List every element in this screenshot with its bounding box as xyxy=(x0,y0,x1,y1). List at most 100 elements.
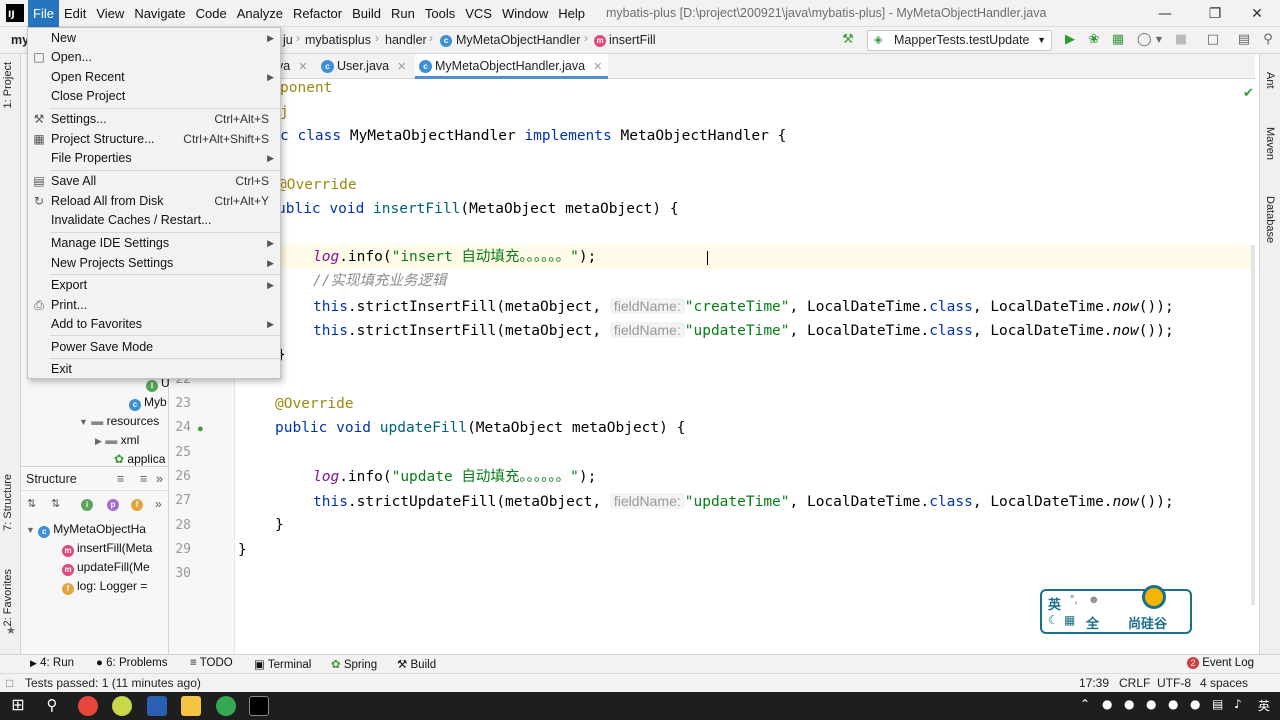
tool-window-run[interactable]: ▶ 4: Run xyxy=(30,657,74,669)
show-properties-icon[interactable]: p xyxy=(107,499,119,511)
tool-window-todo[interactable]: ≡ TODO xyxy=(190,657,233,669)
structure-item-method[interactable]: m insertFill(Meta xyxy=(62,541,152,557)
network-icon[interactable]: ▤ xyxy=(1212,697,1223,711)
breadcrumb-item[interactable]: MyMetaObjectHandler xyxy=(456,32,580,49)
punctuation-icon[interactable]: °, xyxy=(1070,594,1077,606)
line-separator[interactable]: CRLF xyxy=(1119,676,1150,690)
tray-app-icon[interactable]: ● xyxy=(1124,697,1134,711)
tab-mymetaobjecthandler[interactable]: c MyMetaObjectHandler.java ✕ xyxy=(415,54,609,79)
menu-item-reload-all[interactable]: ↻ Reload All from Disk Ctrl+Alt+Y xyxy=(28,191,280,211)
tool-window-problems[interactable]: ● 6: Problems xyxy=(96,657,168,669)
search-icon[interactable]: ⚲ xyxy=(1261,33,1275,47)
tree-item[interactable]: ▼ ▬ resources xyxy=(79,414,159,428)
ime-fullwidth[interactable]: 全 xyxy=(1086,613,1099,632)
tool-window-database[interactable]: Database xyxy=(1264,196,1276,243)
file-encoding[interactable]: UTF-8 xyxy=(1157,676,1191,690)
profile-icon[interactable]: ◯ xyxy=(1137,33,1152,47)
menu-item-close-project[interactable]: Close Project xyxy=(28,86,280,106)
menu-run[interactable]: Run xyxy=(386,0,420,27)
tray-app-icon[interactable]: ● xyxy=(1102,697,1112,711)
breadcrumb-item[interactable]: mybatisplus xyxy=(305,32,371,49)
tree-item[interactable]: c Myb xyxy=(129,395,167,411)
menu-analyze[interactable]: Analyze xyxy=(232,0,288,27)
breadcrumb-item[interactable]: insertFill xyxy=(609,32,656,49)
hammer-build-icon[interactable]: ⚒ xyxy=(841,33,855,47)
more-icon[interactable]: » xyxy=(155,497,162,511)
menu-item-invalidate-caches[interactable]: Invalidate Caches / Restart... xyxy=(28,210,280,230)
tool-window-project[interactable]: 1: Project xyxy=(2,62,14,108)
menu-item-new-projects-settings[interactable]: New Projects Settings ▶ xyxy=(28,253,280,273)
menu-item-save-all[interactable]: ▤ Save All Ctrl+S xyxy=(28,171,280,191)
tool-window-ant[interactable]: Ant xyxy=(1264,72,1276,89)
show-fields-icon[interactable]: f xyxy=(131,499,143,511)
breadcrumb-item[interactable]: handler xyxy=(385,32,427,49)
menu-edit[interactable]: Edit xyxy=(59,0,91,27)
windows-start-icon[interactable]: ⊞ xyxy=(8,696,28,716)
layout-icon[interactable]: ▤ xyxy=(1237,33,1251,47)
word-icon[interactable] xyxy=(147,696,167,716)
menu-item-manage-ide-settings[interactable]: Manage IDE Settings ▶ xyxy=(28,233,280,253)
close-icon[interactable]: ✕ xyxy=(593,61,602,73)
menu-file[interactable]: File xyxy=(28,0,59,27)
chrome-icon[interactable] xyxy=(78,696,98,716)
ime-toolbar[interactable]: 英 °, ☻ ☾ ▦ 全 尚硅谷 xyxy=(1040,585,1192,634)
editor-scrollbar[interactable] xyxy=(1251,245,1255,605)
menu-item-open[interactable]: □ Open... xyxy=(28,47,280,67)
tray-app-icon[interactable]: ● xyxy=(1168,697,1178,711)
chevron-down-icon[interactable]: ▼ xyxy=(1152,33,1166,47)
tool-window-terminal[interactable]: ▣ Terminal xyxy=(254,657,311,671)
menu-vcs[interactable]: VCS xyxy=(460,0,497,27)
menu-item-export[interactable]: Export ▶ xyxy=(28,275,280,295)
code-editor[interactable]: ponent j c class MyMetaObjectHandler imp… xyxy=(235,79,1255,654)
project-structure-icon[interactable]: □ xyxy=(1206,33,1220,47)
collapse-all-icon[interactable]: ≡ xyxy=(140,467,147,491)
debug-icon[interactable]: ❀ xyxy=(1087,33,1101,47)
menu-tools[interactable]: Tools xyxy=(420,0,460,27)
stop-icon[interactable]: ■ xyxy=(1174,33,1188,47)
expand-all-icon[interactable]: ≡ xyxy=(117,467,124,491)
menu-item-open-recent[interactable]: Open Recent ▶ xyxy=(28,67,280,87)
tree-item[interactable]: ✿ applica xyxy=(114,452,165,466)
sort-type-icon[interactable]: ⇅ xyxy=(51,497,60,510)
close-icon[interactable]: ✕ xyxy=(397,61,406,73)
tab-user-java[interactable]: c User.java ✕ xyxy=(317,54,406,79)
structure-item-method[interactable]: m updateFill(Me xyxy=(62,560,150,576)
menu-item-add-to-favorites[interactable]: Add to Favorites ▶ xyxy=(28,314,280,334)
tool-window-favorites[interactable]: 2: Favorites xyxy=(2,569,14,626)
menu-build[interactable]: Build xyxy=(347,0,386,27)
app-icon[interactable] xyxy=(112,696,132,716)
coverage-icon[interactable]: ▦ xyxy=(1111,33,1125,47)
close-icon[interactable]: ✕ xyxy=(298,61,307,73)
structure-item-field[interactable]: f log: Logger = xyxy=(62,579,147,595)
breadcrumb-item[interactable]: ju xyxy=(283,32,293,49)
more-icon[interactable]: » xyxy=(156,467,163,491)
minimize-button[interactable]: — xyxy=(1142,0,1188,27)
indent-setting[interactable]: 4 spaces xyxy=(1200,676,1248,690)
sort-alpha-icon[interactable]: ⇅ xyxy=(27,497,36,510)
menu-item-file-properties[interactable]: File Properties ▶ xyxy=(28,148,280,168)
menu-view[interactable]: View xyxy=(91,0,129,27)
intellij-taskbar-icon[interactable] xyxy=(249,696,269,716)
menu-navigate[interactable]: Navigate xyxy=(129,0,190,27)
tray-chevron-icon[interactable]: ⌃ xyxy=(1080,697,1090,711)
menu-help[interactable]: Help xyxy=(553,0,590,27)
structure-item-class[interactable]: ▼ c MyMetaObjectHa xyxy=(26,522,146,538)
menu-code[interactable]: Code xyxy=(191,0,232,27)
menu-item-project-structure[interactable]: ▦ Project Structure... Ctrl+Alt+Shift+S xyxy=(28,129,280,149)
menu-refactor[interactable]: Refactor xyxy=(288,0,347,27)
menu-item-exit[interactable]: Exit xyxy=(28,359,280,379)
maximize-button[interactable]: ❐ xyxy=(1192,0,1238,27)
volume-icon[interactable]: ♪ xyxy=(1234,697,1242,711)
status-panel-icon[interactable]: □ xyxy=(6,676,13,690)
tool-window-structure[interactable]: 7: Structure xyxy=(2,474,14,531)
tray-app-icon[interactable]: ● xyxy=(1190,697,1200,711)
input-language[interactable]: 英 xyxy=(1258,697,1270,714)
status-message[interactable]: Tests passed: 1 (11 minutes ago) xyxy=(25,676,201,690)
search-icon[interactable]: ⚲ xyxy=(42,696,62,716)
user-icon[interactable]: ☻ xyxy=(1088,594,1100,606)
tool-window-build[interactable]: ⚒ Build xyxy=(397,657,436,671)
tool-window-spring[interactable]: ✿ Spring xyxy=(331,657,377,671)
moon-icon[interactable]: ☾ xyxy=(1048,613,1059,627)
ime-lang[interactable]: 英 xyxy=(1048,594,1061,613)
run-configuration-select[interactable]: ◈ MapperTests.testUpdate ▼ xyxy=(867,30,1052,51)
